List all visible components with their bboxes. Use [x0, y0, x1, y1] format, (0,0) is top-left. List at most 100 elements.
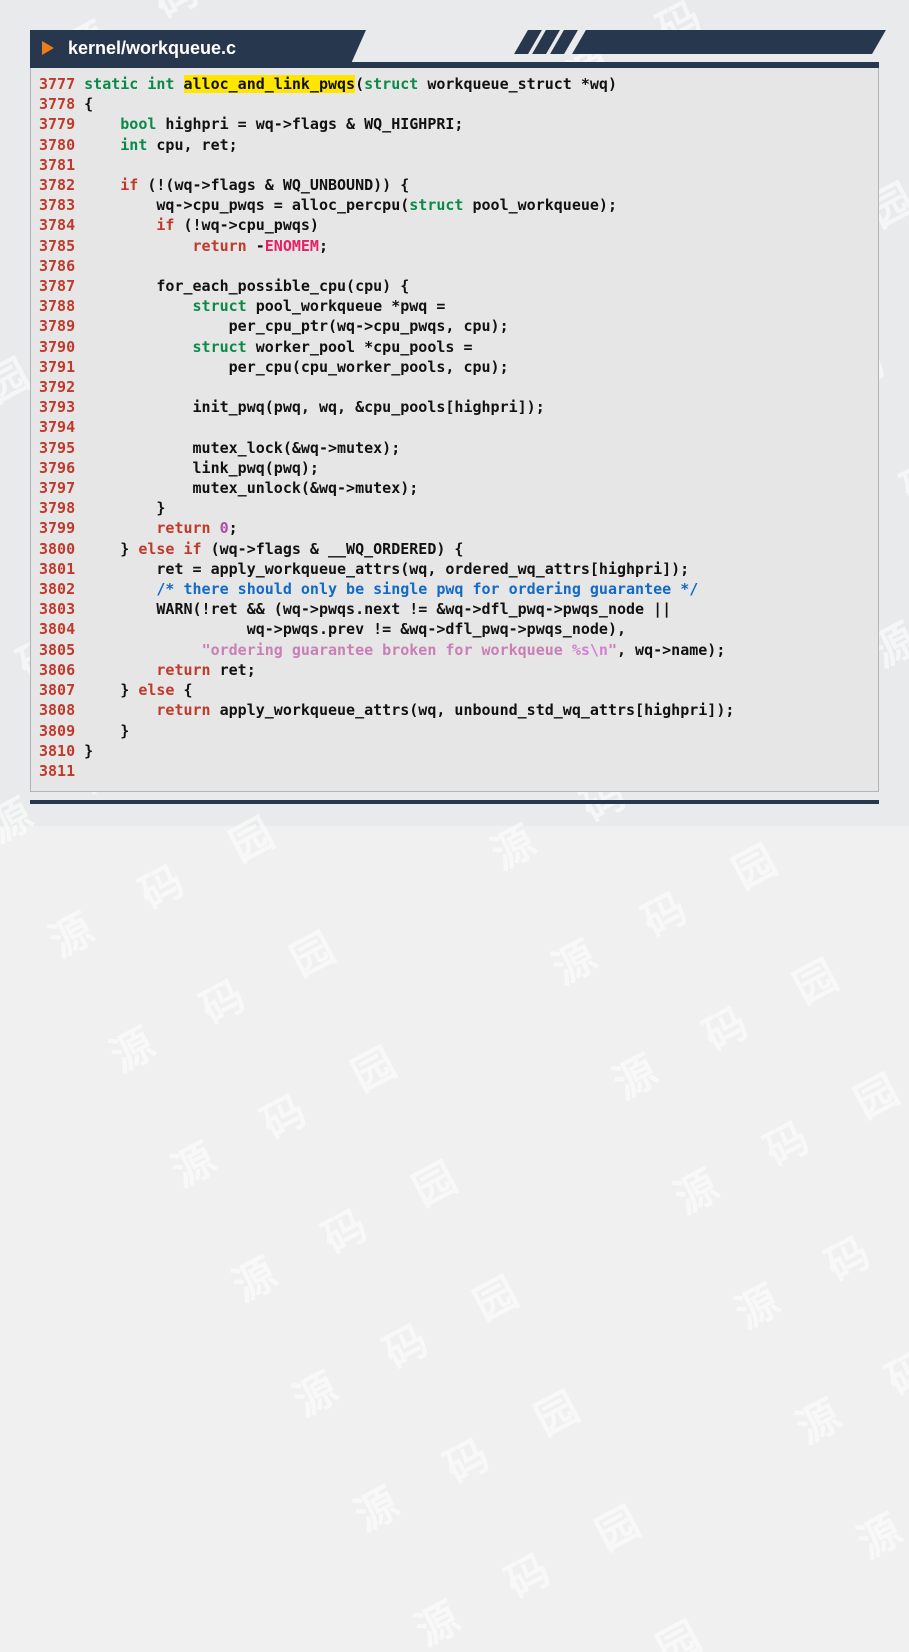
line-number: 3808 [39, 701, 75, 719]
code-token: - [247, 237, 265, 255]
line-number: 3791 [39, 358, 75, 376]
code-token: per_cpu_ptr(wq->cpu_pwqs, cpu); [84, 317, 508, 335]
code-line: 3778 { [39, 94, 870, 114]
code-token: struct [409, 196, 463, 214]
code-line: 3781 [39, 155, 870, 175]
code-line: 3791 per_cpu(cpu_worker_pools, cpu); [39, 357, 870, 377]
page-container: kernel/workqueue.c 3777 static int alloc… [0, 0, 909, 834]
code-line: 3807 } else { [39, 680, 870, 700]
code-token: if [120, 176, 138, 194]
code-token: } [84, 681, 138, 699]
code-line: 3797 mutex_unlock(&wq->mutex); [39, 478, 870, 498]
code-token: return [156, 701, 210, 719]
play-arrow-icon [42, 41, 54, 55]
code-token: ; [319, 237, 328, 255]
code-token [84, 661, 156, 679]
code-line: 3811 [39, 761, 870, 781]
code-token: per_cpu(cpu_worker_pools, cpu); [84, 358, 508, 376]
line-number: 3786 [39, 257, 75, 275]
code-token: wq->cpu_pwqs = alloc_percpu( [84, 196, 409, 214]
code-token [84, 519, 156, 537]
code-token: struct [364, 75, 418, 93]
code-token: ( [355, 75, 364, 93]
code-token: } [84, 722, 129, 740]
line-number: 3799 [39, 519, 75, 537]
code-listing: 3777 static int alloc_and_link_pwqs(stru… [30, 68, 879, 792]
line-number: 3794 [39, 418, 75, 436]
line-number: 3804 [39, 620, 75, 638]
code-line: 3804 wq->pwqs.prev != &wq->dfl_pwq->pwqs… [39, 619, 870, 639]
code-token: struct [193, 297, 247, 315]
line-number: 3809 [39, 722, 75, 740]
code-token: init_pwq(pwq, wq, &cpu_pools[highpri]); [84, 398, 545, 416]
code-line: 3803 WARN(!ret && (wq->pwqs.next != &wq-… [39, 599, 870, 619]
code-token: } [84, 540, 138, 558]
code-line: 3809 } [39, 721, 870, 741]
code-token [84, 297, 192, 315]
line-number: 3788 [39, 297, 75, 315]
code-line: 3795 mutex_lock(&wq->mutex); [39, 438, 870, 458]
code-token: else [138, 681, 174, 699]
code-token: ret = apply_workqueue_attrs(wq, ordered_… [84, 560, 689, 578]
code-line: 3808 return apply_workqueue_attrs(wq, un… [39, 700, 870, 720]
code-token: } [84, 742, 93, 760]
header-stripe-decoration [521, 30, 879, 54]
code-token: if [184, 540, 202, 558]
line-number: 3803 [39, 600, 75, 618]
code-token [84, 216, 156, 234]
code-token: static [84, 75, 138, 93]
line-number: 3792 [39, 378, 75, 396]
code-token: link_pwq(pwq); [84, 459, 319, 477]
line-number: 3782 [39, 176, 75, 194]
line-number: 3783 [39, 196, 75, 214]
code-token: { [174, 681, 192, 699]
code-token [84, 580, 156, 598]
code-line: 3786 [39, 256, 870, 276]
line-number: 3793 [39, 398, 75, 416]
code-token: (wq->flags & __WQ_ORDERED) { [202, 540, 464, 558]
line-number: 3785 [39, 237, 75, 255]
code-token: cpu, ret; [147, 136, 237, 154]
code-line: 3785 return -ENOMEM; [39, 236, 870, 256]
line-number: 3805 [39, 641, 75, 659]
code-token: apply_workqueue_attrs(wq, unbound_std_wq… [211, 701, 735, 719]
code-line: 3805 "ordering guarantee broken for work… [39, 640, 870, 660]
line-number: 3802 [39, 580, 75, 598]
code-token [84, 641, 201, 659]
code-line: 3789 per_cpu_ptr(wq->cpu_pwqs, cpu); [39, 316, 870, 336]
line-number: 3801 [39, 560, 75, 578]
code-token: " [608, 641, 617, 659]
code-token: return [193, 237, 247, 255]
code-line: 3794 [39, 417, 870, 437]
code-token [174, 75, 183, 93]
code-token: } [84, 499, 165, 517]
code-token: if [156, 216, 174, 234]
line-number: 3797 [39, 479, 75, 497]
code-token [211, 519, 220, 537]
code-token: worker_pool *cpu_pools = [247, 338, 473, 356]
code-line: 3793 init_pwq(pwq, wq, &cpu_pools[highpr… [39, 397, 870, 417]
code-token: mutex_lock(&wq->mutex); [84, 439, 400, 457]
code-line: 3800 } else if (wq->flags & __WQ_ORDERED… [39, 539, 870, 559]
code-token: "ordering guarantee broken for workqueue [202, 641, 572, 659]
code-token: %s\n [572, 641, 608, 659]
code-token: /* there should only be single pwq for o… [156, 580, 698, 598]
code-token: pool_workqueue *pwq = [247, 297, 446, 315]
code-line: 3787 for_each_possible_cpu(cpu) { [39, 276, 870, 296]
code-token: ; [229, 519, 238, 537]
code-token: pool_workqueue); [463, 196, 617, 214]
code-token: struct [193, 338, 247, 356]
code-token: int [120, 136, 147, 154]
code-line: 3801 ret = apply_workqueue_attrs(wq, ord… [39, 559, 870, 579]
code-line: 3802 /* there should only be single pwq … [39, 579, 870, 599]
code-token: (!wq->cpu_pwqs) [174, 216, 319, 234]
line-number: 3780 [39, 136, 75, 154]
line-number: 3800 [39, 540, 75, 558]
code-line: 3790 struct worker_pool *cpu_pools = [39, 337, 870, 357]
code-token [84, 701, 156, 719]
code-line: 3806 return ret; [39, 660, 870, 680]
code-token: ret; [211, 661, 256, 679]
code-token: bool [120, 115, 156, 133]
code-line: 3796 link_pwq(pwq); [39, 458, 870, 478]
code-line: 3777 static int alloc_and_link_pwqs(stru… [39, 74, 870, 94]
